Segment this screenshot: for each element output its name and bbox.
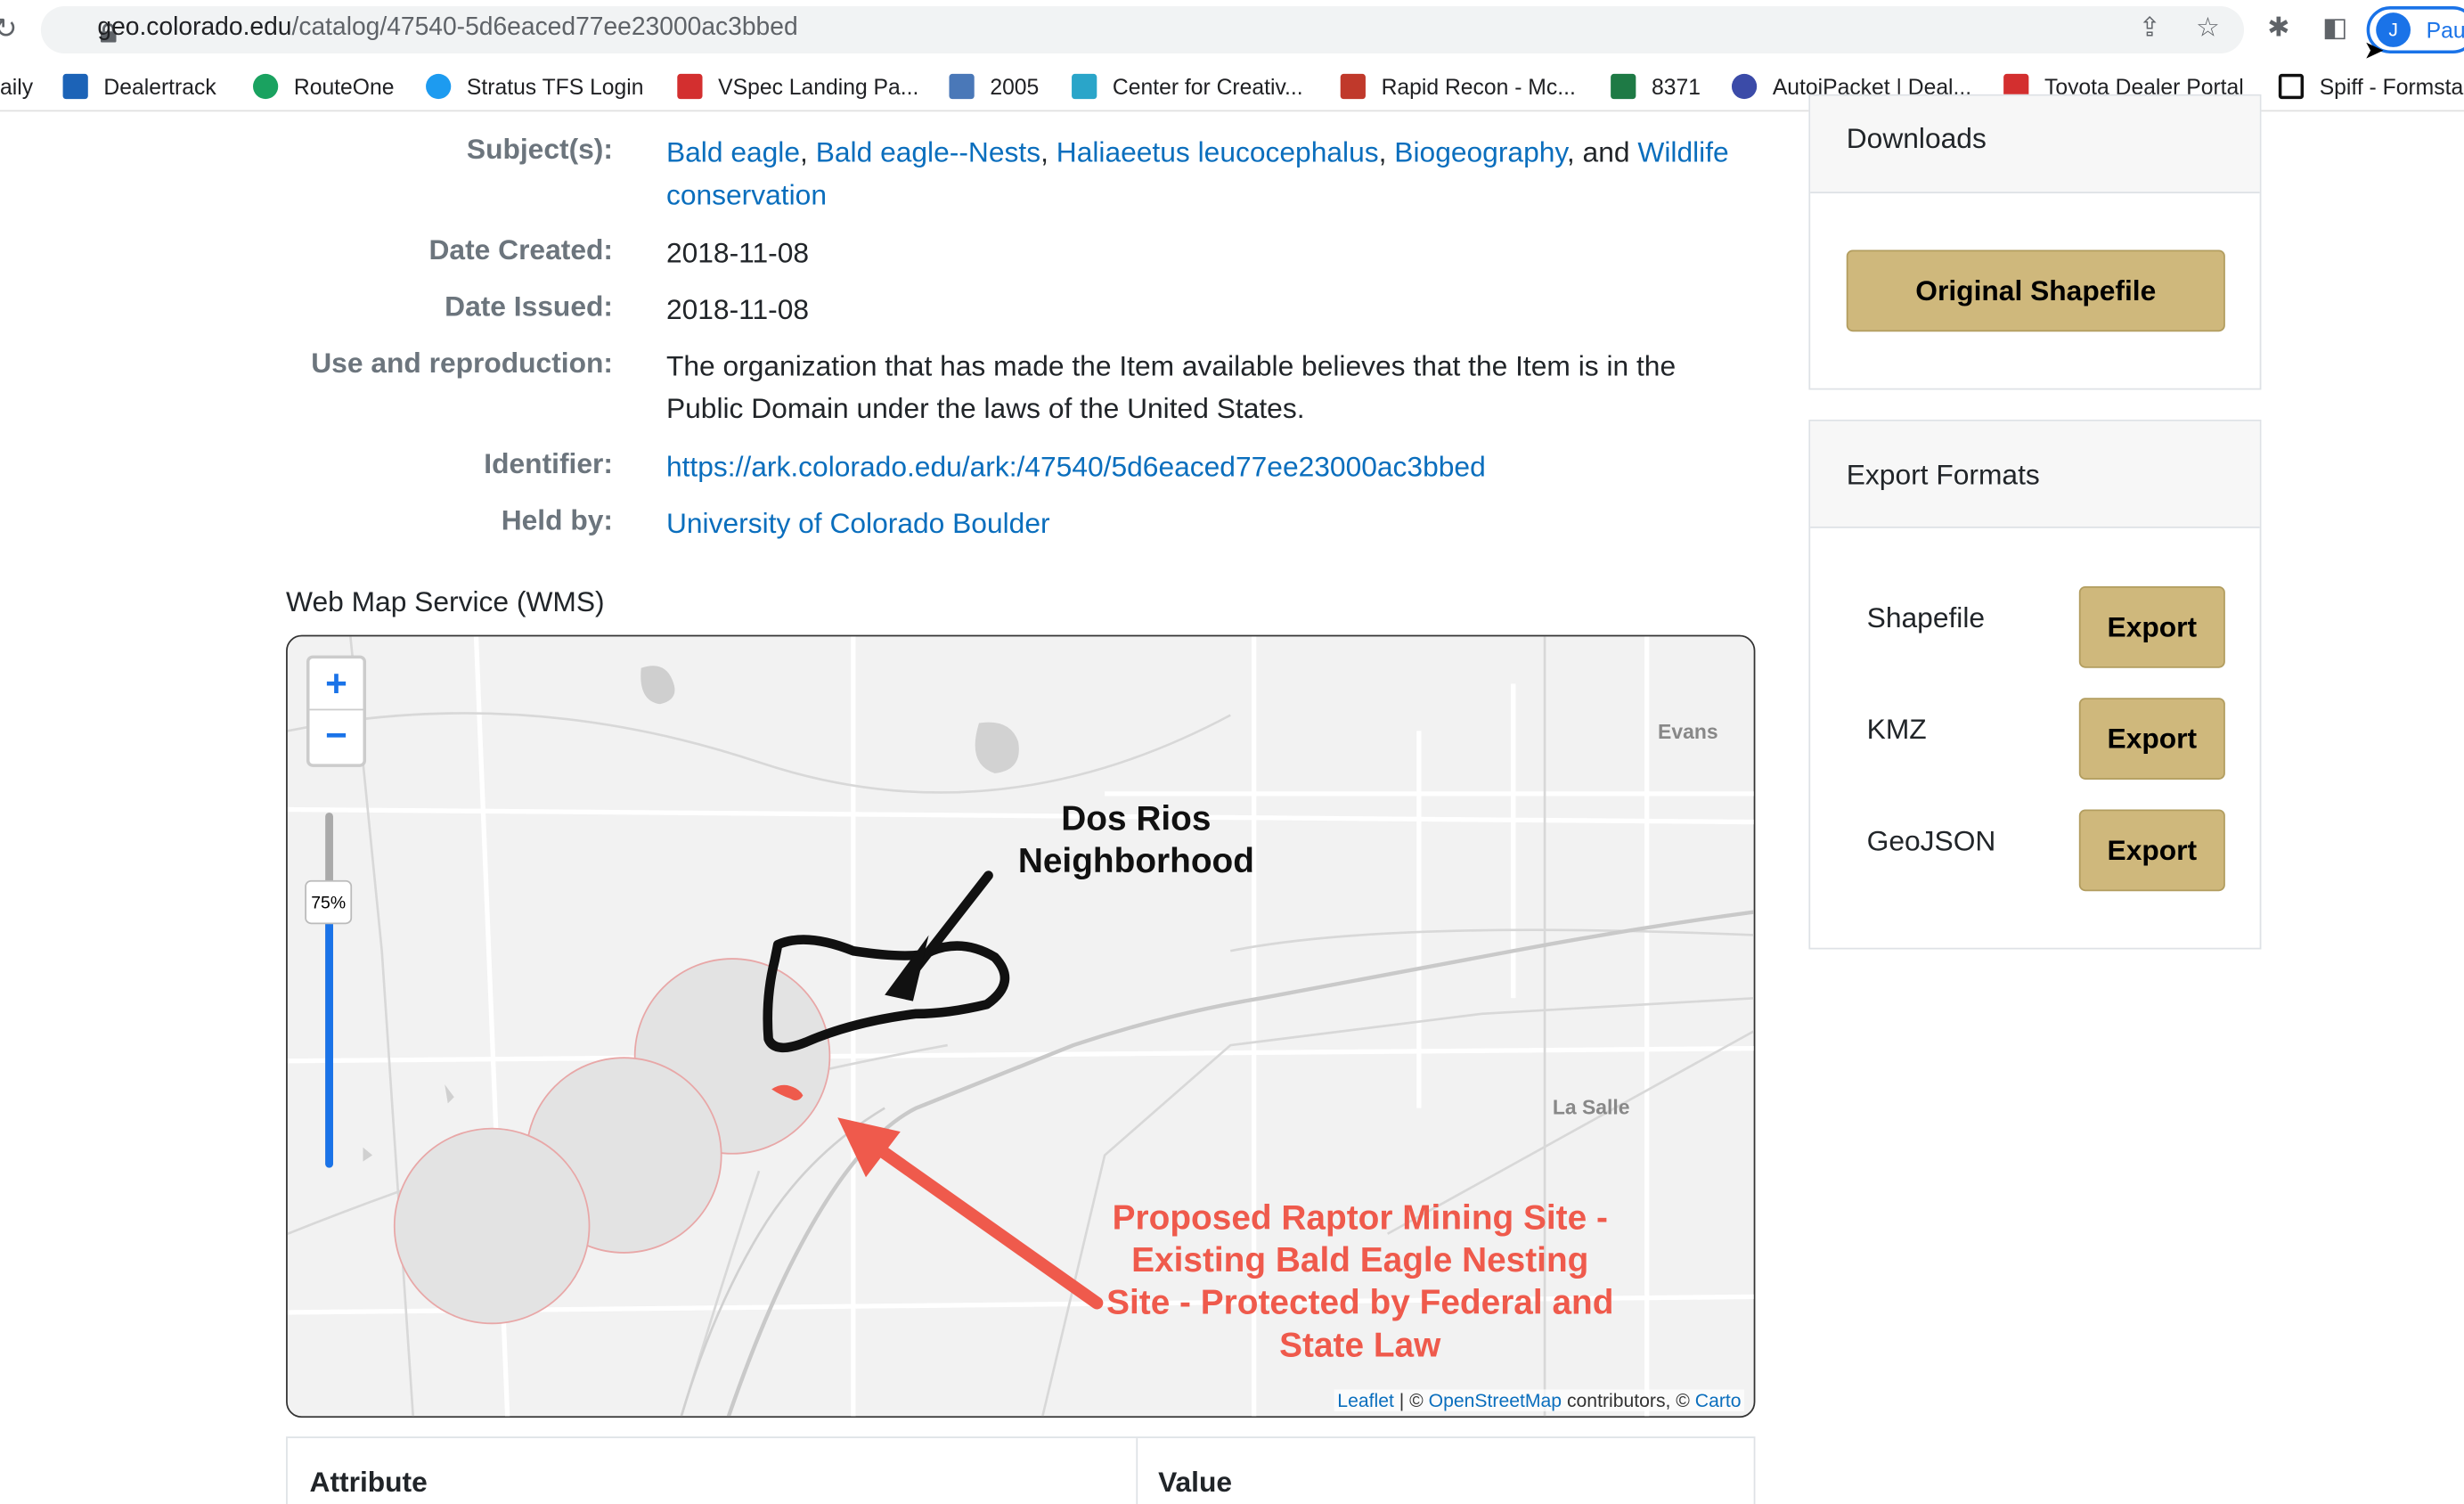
- profile-name: Pau: [2426, 17, 2464, 43]
- bookmark-favicon-icon: [426, 73, 452, 100]
- bookmark-favicon-icon: [253, 73, 279, 100]
- bookmark-item[interactable]: 8371: [1611, 70, 1701, 102]
- bookmark-item[interactable]: VSpec Landing Pa...: [677, 70, 918, 102]
- downloads-card: Downloads Original Shapefile: [1808, 94, 2262, 390]
- date-created-value: 2018-11-08: [665, 237, 810, 269]
- subject-link[interactable]: Haliaeetus leucocephalus: [1057, 136, 1379, 168]
- opacity-slider-fill: [325, 901, 333, 1168]
- annotation-mining-site: Proposed Raptor Mining Site - Existing B…: [1106, 1197, 1614, 1365]
- wms-map[interactable]: + − 75% Evans La Salle Dos Rios Neighbor…: [286, 634, 1756, 1418]
- use-reproduction-label: Use and reproduction:: [311, 347, 613, 380]
- identifier-label: Identifier:: [484, 447, 613, 480]
- extensions-icon[interactable]: ✱: [2263, 12, 2294, 44]
- bookmark-item[interactable]: 2005: [949, 70, 1039, 102]
- bookmark-item[interactable]: Stratus TFS Login: [426, 70, 644, 102]
- bookmark-favicon-icon: [62, 73, 88, 100]
- bookmark-favicon-icon: [1731, 73, 1758, 100]
- identifier-link[interactable]: https://ark.colorado.edu/ark:/47540/5d6e…: [666, 446, 1750, 489]
- carto-link[interactable]: Carto: [1695, 1389, 1742, 1411]
- bookmark-item[interactable]: Center for Creativ...: [1072, 70, 1303, 102]
- bookmark-item[interactable]: Dealertrack: [62, 70, 216, 102]
- format-label-geojson: GeoJSON: [1866, 825, 1996, 857]
- place-label-la-salle: La Salle: [1552, 1095, 1630, 1119]
- date-issued-value: 2018-11-08: [665, 293, 810, 326]
- export-kmz-button[interactable]: Export: [2078, 698, 2225, 780]
- bookmark-favicon-icon: [1340, 73, 1366, 100]
- bookmark-favicon-icon: [2278, 73, 2305, 100]
- url-host: geo.colorado.edu: [97, 13, 292, 41]
- export-formats-card: Export Formats Shapefile Export KMZ Expo…: [1808, 419, 2262, 950]
- reload-icon[interactable]: ↻: [0, 12, 18, 45]
- subjects-label: Subject(s):: [466, 133, 613, 166]
- map-attribution: Leaflet | © OpenStreetMap contributors, …: [1334, 1389, 1745, 1412]
- annotation-neighborhood: Dos Rios Neighborhood: [1017, 798, 1254, 880]
- use-reproduction-value: The organization that has made the Item …: [665, 350, 1677, 425]
- format-label-kmz: KMZ: [1866, 713, 1927, 746]
- bookmark-favicon-icon: [1611, 73, 1636, 100]
- held-by-link[interactable]: University of Colorado Boulder: [666, 503, 1750, 545]
- leaflet-link[interactable]: Leaflet: [1337, 1389, 1394, 1411]
- opacity-slider-handle[interactable]: 75%: [305, 879, 353, 925]
- downloads-title: Downloads: [1810, 95, 2260, 193]
- bookmark-item[interactable]: Rapid Recon - Mc...: [1340, 70, 1576, 102]
- subjects-value: Bald eagle, Bald eagle--Nests, Haliaeetu…: [665, 136, 1729, 211]
- side-panel-icon[interactable]: ◧: [2320, 12, 2351, 44]
- bookmark-favicon-icon: [1072, 73, 1097, 100]
- subject-link[interactable]: Biogeography: [1394, 136, 1567, 168]
- table-divider: [1136, 1438, 1138, 1504]
- export-formats-title: Export Formats: [1810, 421, 2260, 528]
- browser-toolbar: ↻ geo.colorado.edu/catalog/47540-5d6eace…: [0, 0, 2464, 64]
- zoom-in-button[interactable]: +: [309, 658, 363, 711]
- bookmark-favicon-icon: [949, 73, 975, 100]
- bookmark-favicon-icon: [677, 73, 703, 100]
- table-header-value: Value: [1158, 1466, 1233, 1499]
- subject-link[interactable]: Bald eagle--Nests: [816, 136, 1040, 168]
- wms-section-title: Web Map Service (WMS): [286, 585, 605, 618]
- place-label-evans: Evans: [1658, 719, 1718, 744]
- held-by-label: Held by:: [501, 504, 613, 536]
- table-header-attribute: Attribute: [309, 1466, 428, 1499]
- bookmark-item[interactable]: RouteOne: [253, 70, 394, 102]
- subject-link[interactable]: Bald eagle: [666, 136, 800, 168]
- zoom-out-button[interactable]: −: [310, 710, 363, 762]
- osm-link[interactable]: OpenStreetMap: [1429, 1389, 1562, 1411]
- url-text[interactable]: geo.colorado.edu/catalog/47540-5d6eaced7…: [97, 14, 797, 43]
- url-path: /catalog/47540-5d6eaced77ee23000ac3bbed: [291, 13, 798, 41]
- bookmark-item[interactable]: aily: [0, 70, 33, 102]
- export-shapefile-button[interactable]: Export: [2078, 585, 2225, 668]
- attribute-table: Attribute Value: [286, 1436, 1756, 1504]
- date-created-label: Date Created:: [428, 233, 613, 266]
- bookmark-item[interactable]: Spiff - Formsta: [2278, 70, 2463, 102]
- date-issued-label: Date Issued:: [445, 290, 613, 323]
- export-geojson-button[interactable]: Export: [2078, 809, 2225, 892]
- share-icon[interactable]: ⇪: [2134, 12, 2166, 44]
- format-label-shapefile: Shapefile: [1866, 601, 1986, 633]
- star-icon[interactable]: ☆: [2192, 12, 2223, 44]
- original-shapefile-button[interactable]: Original Shapefile: [1846, 249, 2225, 332]
- zoom-control: + −: [306, 655, 367, 767]
- opacity-slider[interactable]: [325, 813, 333, 1168]
